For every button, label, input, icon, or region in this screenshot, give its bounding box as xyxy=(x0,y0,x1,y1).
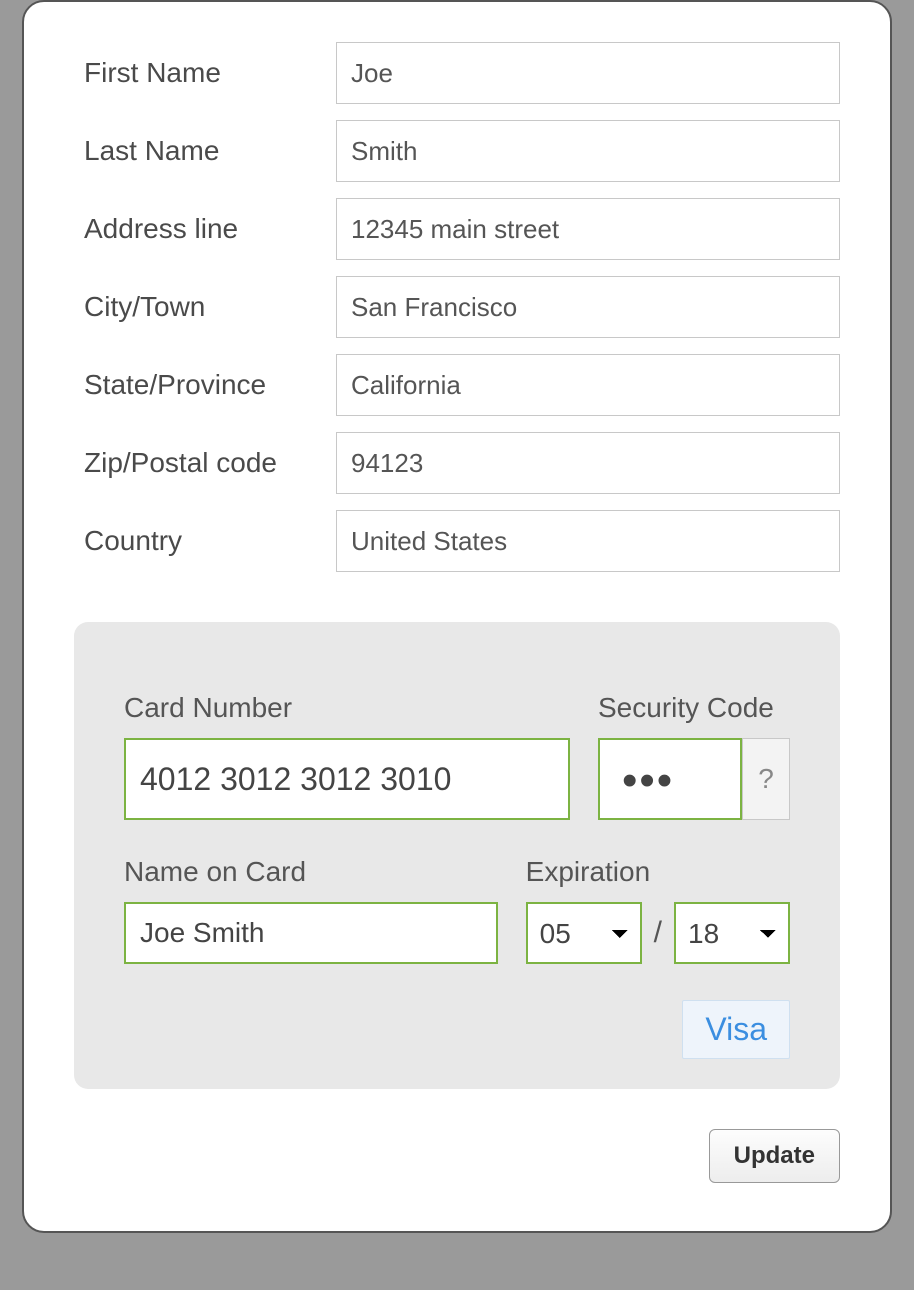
address-label: Address line xyxy=(74,213,336,245)
name-on-card-label: Name on Card xyxy=(124,856,498,888)
first-name-row: First Name xyxy=(74,42,840,104)
last-name-input[interactable] xyxy=(336,120,840,182)
security-code-label: Security Code xyxy=(598,692,790,724)
expiration-label: Expiration xyxy=(526,856,790,888)
expiration-year-select[interactable]: 18 xyxy=(674,902,790,964)
billing-payment-form: First Name Last Name Address line City/T… xyxy=(22,0,892,1233)
expiration-month-select[interactable]: 05 xyxy=(526,902,642,964)
update-button[interactable]: Update xyxy=(709,1129,840,1183)
first-name-label: First Name xyxy=(74,57,336,89)
card-number-security-row: Card Number Security Code ••• ? xyxy=(124,692,790,820)
name-on-card-input[interactable] xyxy=(124,902,498,964)
security-code-wrap: ••• ? xyxy=(598,738,790,820)
payment-section: Card Number Security Code ••• ? Name on … xyxy=(74,622,840,1089)
card-number-field: Card Number xyxy=(124,692,570,820)
last-name-row: Last Name xyxy=(74,120,840,182)
country-row: Country xyxy=(74,510,840,572)
country-label: Country xyxy=(74,525,336,557)
zip-label: Zip/Postal code xyxy=(74,447,336,479)
form-footer: Update xyxy=(74,1129,840,1183)
city-label: City/Town xyxy=(74,291,336,323)
last-name-label: Last Name xyxy=(74,135,336,167)
security-code-input[interactable]: ••• xyxy=(598,738,742,820)
billing-section: First Name Last Name Address line City/T… xyxy=(74,42,840,572)
security-code-field: Security Code ••• ? xyxy=(598,692,790,820)
name-expiration-row: Name on Card Expiration 05 / 18 xyxy=(124,856,790,964)
name-on-card-field: Name on Card xyxy=(124,856,498,964)
country-input[interactable] xyxy=(336,510,840,572)
expiration-separator: / xyxy=(650,916,666,950)
state-input[interactable] xyxy=(336,354,840,416)
security-code-help-button[interactable]: ? xyxy=(742,738,790,820)
first-name-input[interactable] xyxy=(336,42,840,104)
card-type-row: Visa xyxy=(124,1000,790,1059)
zip-input[interactable] xyxy=(336,432,840,494)
city-input[interactable] xyxy=(336,276,840,338)
card-type-badge: Visa xyxy=(682,1000,790,1059)
address-input[interactable] xyxy=(336,198,840,260)
zip-row: Zip/Postal code xyxy=(74,432,840,494)
expiration-field: Expiration 05 / 18 xyxy=(526,856,790,964)
state-row: State/Province xyxy=(74,354,840,416)
address-row: Address line xyxy=(74,198,840,260)
card-number-label: Card Number xyxy=(124,692,570,724)
card-number-input[interactable] xyxy=(124,738,570,820)
city-row: City/Town xyxy=(74,276,840,338)
state-label: State/Province xyxy=(74,369,336,401)
expiration-group: 05 / 18 xyxy=(526,902,790,964)
